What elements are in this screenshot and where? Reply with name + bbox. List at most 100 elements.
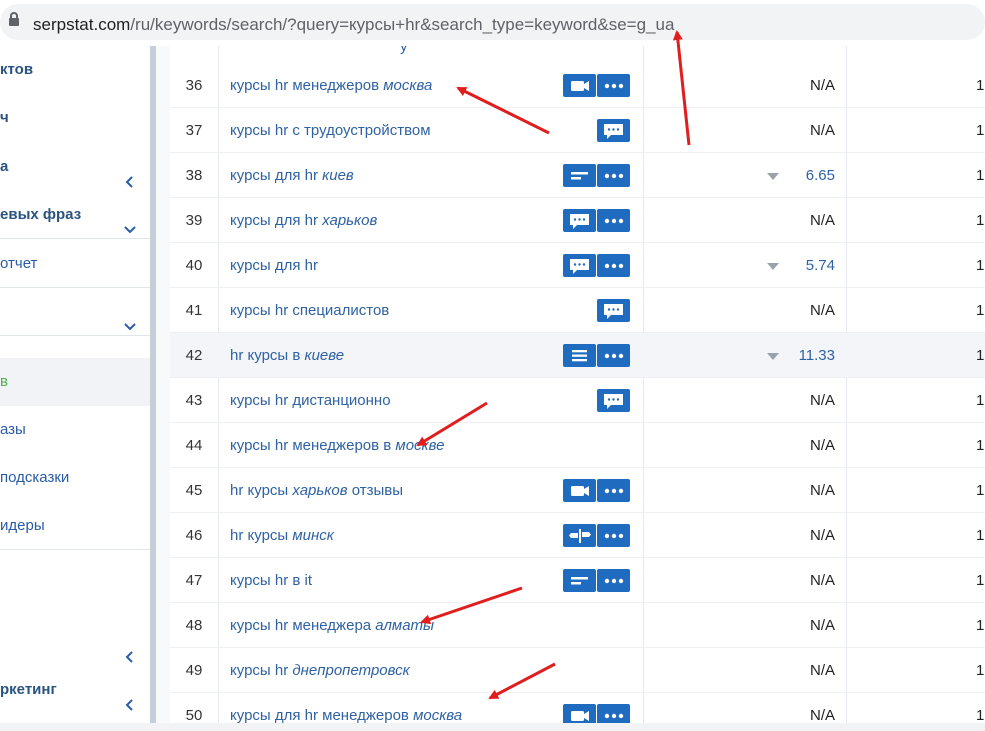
value-cell: N/A: [809, 527, 835, 544]
url-text[interactable]: serpstat.com/ru/keywords/search/?query=к…: [33, 15, 674, 35]
answer-feature-button[interactable]: [597, 119, 630, 142]
keyword-text: курсы hr дистанционно: [230, 392, 391, 409]
trend-down-icon[interactable]: [767, 263, 779, 270]
keyword-link[interactable]: hr курсы минск: [230, 513, 334, 558]
table-row: 46 hr курсы минск N/A 1: [170, 513, 985, 558]
keyword-location-text: москва: [383, 77, 433, 94]
chevron-down-icon[interactable]: [124, 305, 136, 331]
chevron-left-icon[interactable]: [124, 683, 136, 711]
chevron-left-icon[interactable]: [124, 160, 136, 188]
value-cell[interactable]: 5.74: [806, 243, 835, 288]
more-features-button[interactable]: [597, 479, 630, 502]
answer-feature-button[interactable]: [597, 389, 630, 412]
sidebar-item[interactable]: в: [0, 358, 150, 406]
next-column-value: 1: [976, 122, 985, 139]
keyword-location-text: днепропетровск: [292, 662, 410, 679]
sidebar-item[interactable]: ч: [0, 94, 150, 142]
next-column-value: 1: [976, 482, 985, 499]
value-cell[interactable]: 6.65: [806, 153, 835, 198]
snippet-feature-button[interactable]: [563, 164, 596, 187]
snippet-feature-button[interactable]: [563, 569, 596, 592]
more-features-button[interactable]: [597, 524, 630, 547]
keyword-link[interactable]: курсы hr дистанционно: [230, 378, 391, 423]
trend-down-icon[interactable]: [767, 173, 779, 180]
value-cell: N/A: [809, 707, 835, 723]
keyword-link[interactable]: курсы hr менеджеров москва: [230, 63, 432, 108]
url-field[interactable]: serpstat.com/ru/keywords/search/?query=к…: [0, 4, 985, 40]
row-number: 45: [185, 482, 203, 499]
keyword-text: курсы hr менеджеров в: [230, 437, 396, 454]
keyword-link[interactable]: курсы для hr: [230, 243, 318, 288]
keyword-link[interactable]: курсы hr менеджера алматы: [230, 603, 434, 648]
keyword-link[interactable]: hr курсы в киеве: [230, 333, 344, 378]
sidebar-item[interactable]: ркетинг: [0, 666, 150, 714]
keywords-table: у 36 курсы hr менеджеров москва N/A 1 37 курс…: [170, 46, 985, 723]
keyword-link[interactable]: курсы hr с трудоустройством: [230, 108, 431, 153]
table-row: 50 курсы для hr менеджеров москва N/A 1: [170, 693, 985, 723]
keyword-link[interactable]: курсы для hr харьков: [230, 198, 377, 243]
sidebar-item[interactable]: [0, 288, 150, 336]
more-features-button[interactable]: [597, 704, 630, 723]
keyword-location-text: москва: [413, 707, 463, 723]
keyword-location-text: харьков: [292, 482, 348, 499]
sidebar-item-label: ктов: [0, 61, 34, 78]
more-features-button[interactable]: [597, 344, 630, 367]
keyword-link[interactable]: курсы для hr менеджеров москва: [230, 693, 462, 723]
keyword-link[interactable]: курсы для hr киев: [230, 153, 354, 198]
keyword-link[interactable]: курсы hr специалистов: [230, 288, 389, 333]
video-feature-button[interactable]: [563, 74, 596, 97]
list-feature-button[interactable]: [563, 344, 596, 367]
keyword-location-text: киеве: [304, 347, 345, 364]
row-number: 40: [185, 257, 203, 274]
sidebar: ктов ч а евых фраз отчет в азы подсказки идеры рк…: [0, 46, 150, 723]
next-column-value: 1: [976, 347, 985, 364]
next-column-value: 1: [976, 662, 985, 679]
more-features-button[interactable]: [597, 569, 630, 592]
sidebar-item[interactable]: идеры: [0, 502, 150, 550]
value-cell[interactable]: 11.33: [799, 333, 835, 378]
chevron-down-icon[interactable]: [124, 208, 136, 234]
more-features-button[interactable]: [597, 209, 630, 232]
sidebar-item[interactable]: азы: [0, 406, 150, 454]
sidebar-item[interactable]: ктов: [0, 46, 150, 94]
chevron-left-icon[interactable]: [124, 635, 136, 663]
next-column-value: 1: [976, 707, 985, 723]
sidebar-item[interactable]: подсказки: [0, 454, 150, 502]
keyword-text: курсы для hr: [230, 212, 323, 229]
answer-feature-button[interactable]: [563, 209, 596, 232]
sidebar-item-label: в: [0, 373, 8, 390]
sidebar-item[interactable]: отчет: [0, 240, 150, 288]
value-cell: N/A: [809, 617, 835, 634]
table-row: 43 курсы hr дистанционно N/A 1: [170, 378, 985, 423]
value-cell: N/A: [809, 392, 835, 409]
trend-down-icon[interactable]: [767, 353, 779, 360]
value-cell: N/A: [809, 302, 835, 319]
more-features-button[interactable]: [597, 254, 630, 277]
sidebar-item-label: евых фраз: [0, 206, 82, 223]
keyword-link[interactable]: курсы hr днепропетровск: [230, 648, 410, 693]
keyword-link[interactable]: курсы hr в it: [230, 558, 312, 603]
keyword-link[interactable]: курсы hr менеджеров в москве: [230, 423, 444, 468]
answer-feature-button[interactable]: [597, 299, 630, 322]
sidebar-item-label: ч: [0, 109, 9, 126]
sidebar-item[interactable]: а: [0, 143, 150, 191]
more-features-button[interactable]: [597, 164, 630, 187]
keyword-text: курсы для hr менеджеров: [230, 707, 414, 723]
next-column-value: 1: [976, 617, 985, 634]
url-path: /ru/keywords/search/?query=курсы+hr&sear…: [130, 15, 675, 34]
table-row: 47 курсы hr в it N/A 1: [170, 558, 985, 603]
video-feature-button[interactable]: [563, 479, 596, 502]
sidebar-item[interactable]: евых фраз: [0, 191, 150, 239]
url-host: serpstat.com: [33, 15, 131, 34]
table-row: 48 курсы hr менеджера алматы N/A 1: [170, 603, 985, 648]
sidebar-item-label: идеры: [0, 517, 45, 534]
value-cell: N/A: [809, 122, 835, 139]
row-number: 38: [185, 167, 203, 184]
sidebar-item[interactable]: [0, 618, 150, 666]
next-column-value: 1: [976, 527, 985, 544]
sitelinks-feature-button[interactable]: [563, 524, 596, 547]
keyword-link[interactable]: hr курсы харьков отзывы: [230, 468, 403, 513]
video-feature-button[interactable]: [563, 704, 596, 723]
answer-feature-button[interactable]: [563, 254, 596, 277]
more-features-button[interactable]: [597, 74, 630, 97]
